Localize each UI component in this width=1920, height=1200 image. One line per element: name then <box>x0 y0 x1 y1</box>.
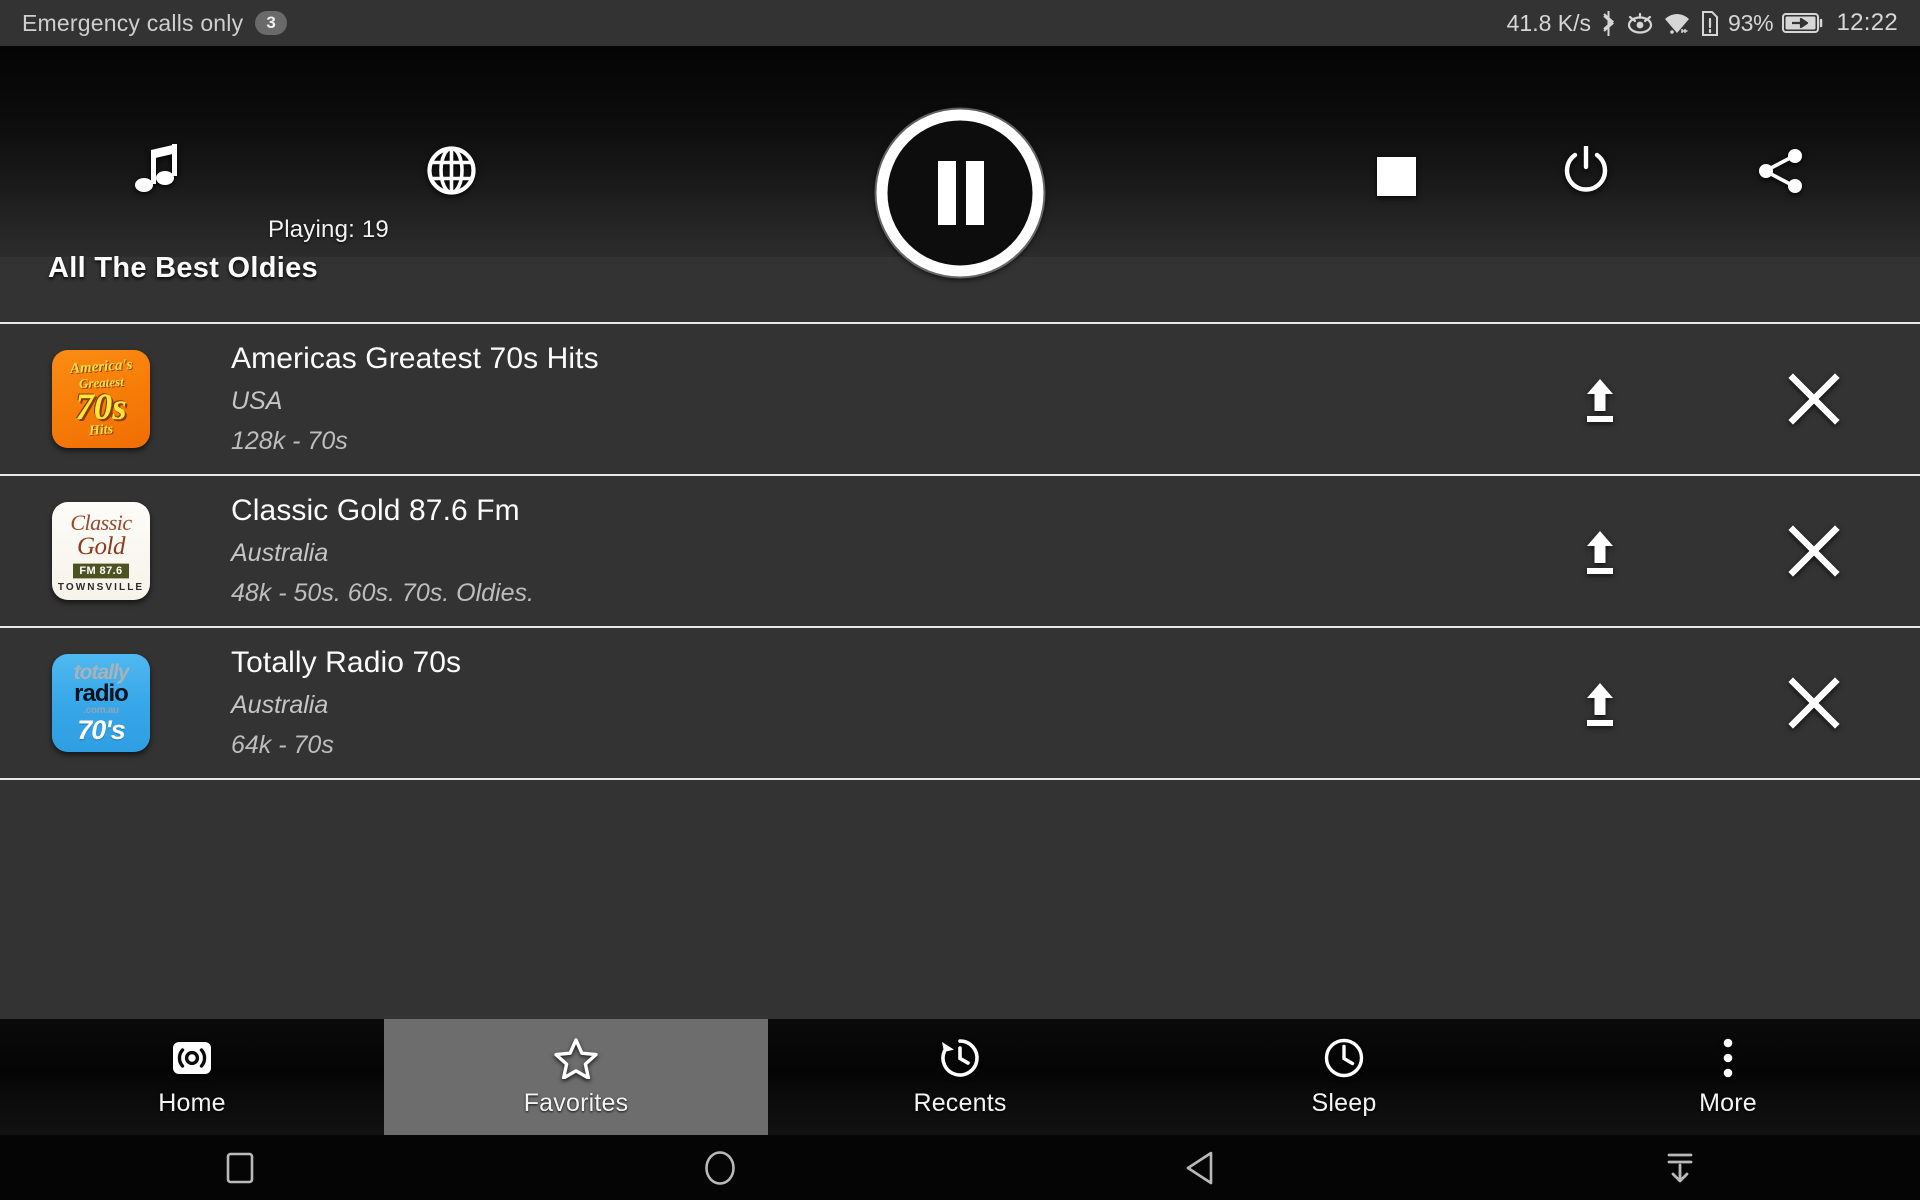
logo-line-2: radio <box>74 679 129 707</box>
row-actions <box>1552 351 1920 447</box>
page-title: All The Best Oldies <box>48 252 318 284</box>
radio-broadcast-icon <box>171 1037 213 1079</box>
sim-alert-icon <box>1700 10 1719 36</box>
logo-line-1: Classic <box>70 509 132 535</box>
station-info: Classic Gold 87.6 Fm Australia 48k - 50s… <box>231 494 1552 608</box>
station-meta: 128k - 70s <box>231 427 348 455</box>
tab-home[interactable]: Home <box>0 1019 384 1135</box>
bluetooth-icon <box>1600 10 1617 36</box>
station-name: Americas Greatest 70s Hits <box>231 342 599 375</box>
tab-more[interactable]: More <box>1536 1019 1920 1135</box>
battery-charging-icon <box>1782 12 1824 34</box>
tab-label: More <box>1699 1088 1757 1117</box>
tab-label: Home <box>158 1088 226 1117</box>
playing-count-label: Playing: 19 <box>268 216 389 243</box>
pause-button[interactable] <box>866 99 1054 287</box>
logo-line-3: 70s <box>75 387 127 429</box>
logo-line-4: 70's <box>77 714 125 745</box>
recents-square-icon[interactable] <box>160 1135 320 1200</box>
wifi-icon <box>1663 12 1691 35</box>
status-bar: Emergency calls only 3 41.8 K/s 93% 12:2… <box>0 0 1920 46</box>
tab-label: Favorites <box>523 1088 629 1117</box>
logo-line-4: Hits <box>88 422 114 440</box>
power-icon[interactable] <box>1563 146 1609 196</box>
star-icon <box>554 1037 598 1079</box>
app-root: Emergency calls only 3 41.8 K/s 93% 12:2… <box>0 0 1920 1200</box>
back-triangle-icon[interactable] <box>1120 1135 1280 1200</box>
move-to-top-icon[interactable] <box>1552 503 1648 599</box>
remove-icon[interactable] <box>1766 351 1862 447</box>
tab-label: Recents <box>913 1088 1007 1117</box>
home-circle-icon[interactable] <box>640 1135 800 1200</box>
globe-icon[interactable] <box>427 146 476 195</box>
share-icon[interactable] <box>1757 148 1805 194</box>
remove-icon[interactable] <box>1766 503 1862 599</box>
station-country: Australia <box>231 539 329 567</box>
status-bar-right: 41.8 K/s 93% 12:22 <box>1507 9 1898 37</box>
station-list: America's Greatest 70s Hits Americas Gre… <box>0 322 1920 1019</box>
tab-recents[interactable]: Recents <box>768 1019 1152 1135</box>
player-header: Playing: 19 <box>0 46 1920 279</box>
americas-greatest-70s-hits-logo: America's Greatest 70s Hits <box>52 350 150 448</box>
table-row[interactable]: Classic Gold FM 87.6 TOWNSVILLE Classic … <box>0 476 1920 628</box>
notification-count-badge: 3 <box>255 10 287 36</box>
music-note-icon[interactable] <box>131 142 185 198</box>
totally-radio-70s-logo: totally radio .com.au 70's <box>52 654 150 752</box>
row-actions <box>1552 503 1920 599</box>
carrier-label: Emergency calls only <box>22 9 244 36</box>
station-info: Totally Radio 70s Australia 64k - 70s <box>231 646 1552 760</box>
eye-icon <box>1626 12 1654 34</box>
station-meta: 48k - 50s. 60s. 70s. Oldies. <box>231 579 534 607</box>
hide-navbar-icon[interactable] <box>1600 1135 1760 1200</box>
classic-gold-logo: Classic Gold FM 87.6 TOWNSVILLE <box>52 502 150 600</box>
table-row[interactable]: totally radio .com.au 70's Totally Radio… <box>0 628 1920 780</box>
stop-button[interactable] <box>1377 157 1416 196</box>
station-info: Americas Greatest 70s Hits USA 128k - 70… <box>231 342 1552 456</box>
station-country: USA <box>231 387 283 415</box>
network-speed-label: 41.8 K/s <box>1506 9 1591 36</box>
move-to-top-icon[interactable] <box>1552 351 1648 447</box>
bottom-tab-bar: Home Favorites Recents Sleep More <box>0 1019 1920 1135</box>
station-name: Totally Radio 70s <box>231 646 462 679</box>
clock-label: 12:22 <box>1836 9 1898 36</box>
station-name: Classic Gold 87.6 Fm <box>231 494 520 527</box>
remove-icon[interactable] <box>1766 655 1862 751</box>
tab-favorites[interactable]: Favorites <box>384 1019 768 1135</box>
tab-sleep[interactable]: Sleep <box>1152 1019 1536 1135</box>
more-vertical-icon <box>1721 1037 1735 1079</box>
logo-line-4: TOWNSVILLE <box>57 582 145 594</box>
android-navigation-bar <box>0 1135 1920 1200</box>
tab-label: Sleep <box>1311 1088 1377 1117</box>
logo-line-2: Greatest <box>78 373 124 391</box>
battery-percent-label: 93% <box>1728 9 1774 36</box>
clock-icon <box>1323 1037 1365 1079</box>
row-actions <box>1552 655 1920 751</box>
logo-line-3: FM 87.6 <box>73 563 129 580</box>
table-row[interactable]: America's Greatest 70s Hits Americas Gre… <box>0 324 1920 476</box>
logo-line-2: Gold <box>77 533 126 561</box>
move-to-top-icon[interactable] <box>1552 655 1648 751</box>
history-icon <box>939 1037 981 1079</box>
station-meta: 64k - 70s <box>231 731 334 759</box>
station-country: Australia <box>231 691 329 719</box>
status-bar-left: Emergency calls only 3 <box>22 10 287 37</box>
